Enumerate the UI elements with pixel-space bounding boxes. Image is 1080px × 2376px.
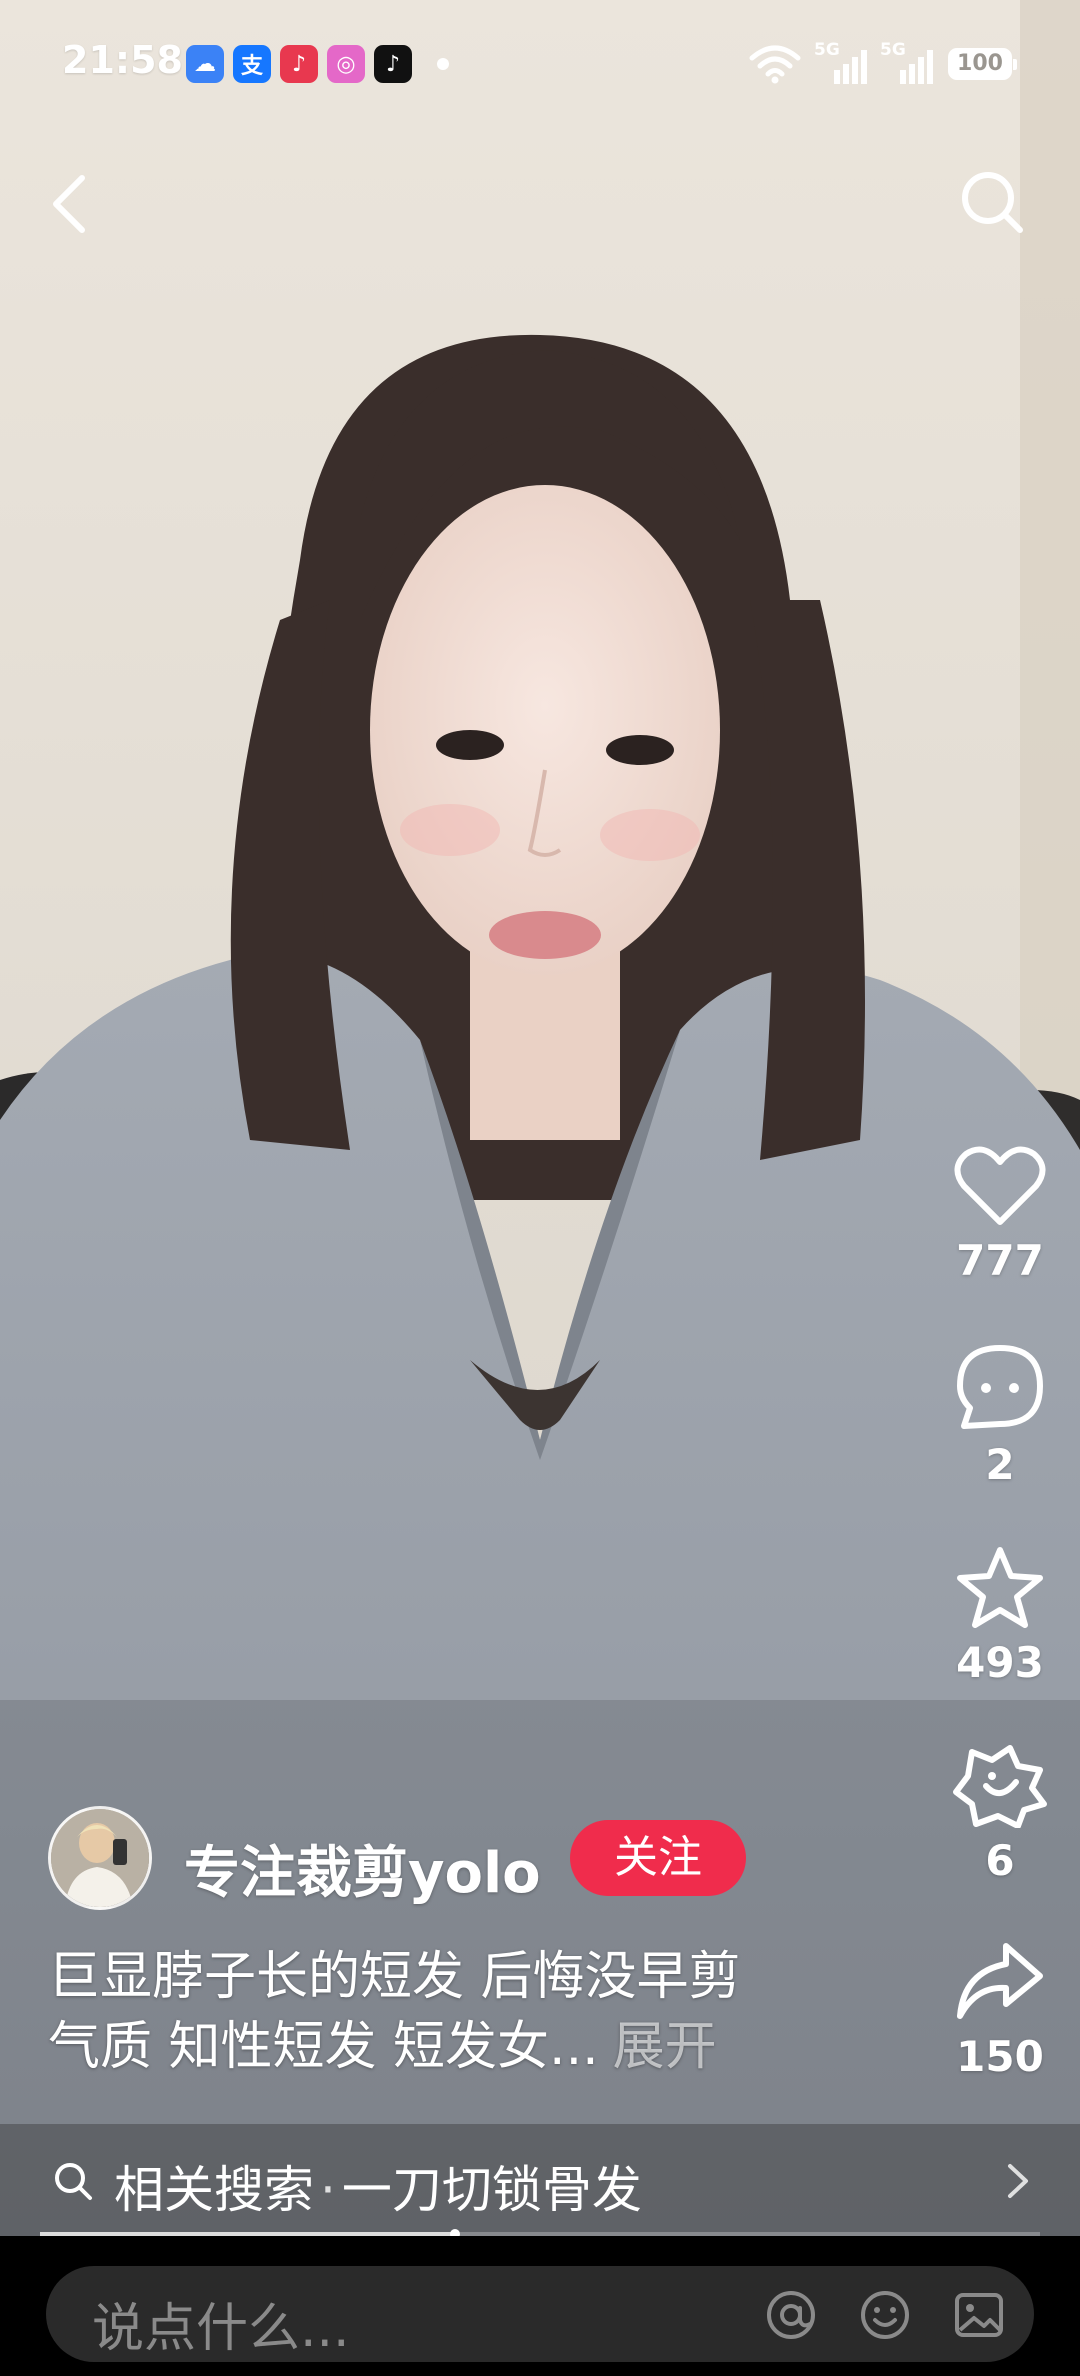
at-mention-icon[interactable] [764,2288,818,2342]
douyin-icon: ♪ [374,45,412,83]
comment-placeholder: 说点什么... [92,2299,350,2359]
star-icon [957,1547,1043,1628]
follow-button[interactable]: 关注 [570,1820,746,1896]
comment-bar: 说点什么... [0,2236,1080,2376]
share-count: 150 [956,2032,1044,2081]
cloud-weather-icon: ☁ [186,45,224,83]
remix-count: 6 [985,1836,1015,1885]
battery-indicator: 100 [948,48,1017,80]
video-feed-screen: 21:58 ☁ 支 ♪ ◎ ♪ 5G 5G 100 777 2 493 6 15… [0,0,1080,2376]
like-count: 777 [956,1236,1044,1285]
status-bar: 21:58 ☁ 支 ♪ ◎ ♪ 5G 5G 100 [0,0,1080,130]
related-search-separator: · [320,2161,336,2219]
related-search-query: 一刀切锁骨发 [341,2161,642,2219]
chevron-right-icon [1008,2164,1028,2198]
image-icon[interactable] [952,2288,1006,2342]
author-row: 专注裁剪yolo 关注 [48,1806,928,1916]
status-time: 21:58 [62,38,183,82]
remix-icon [953,1745,1047,1828]
author-name[interactable]: 专注裁剪yolo [184,1828,541,1909]
caption-line-2: 气质 知性短发 短发女... 展开 [48,2012,908,2082]
related-search-bar[interactable]: 相关搜索 · 一刀切锁骨发 [0,2124,1080,2236]
camera-app-icon: ◎ [327,45,365,83]
share-button[interactable]: 150 [940,1938,1060,2081]
expand-caption-button[interactable]: 展开 [613,2017,717,2077]
author-avatar[interactable] [48,1806,152,1910]
comment-button[interactable]: 2 [940,1342,1060,1489]
comment-count: 2 [985,1440,1015,1489]
back-button[interactable] [44,168,100,240]
related-search-text: 相关搜索 · 一刀切锁骨发 [114,2150,642,2222]
alipay-icon: 支 [233,45,271,83]
comment-icon [957,1345,1043,1429]
emoji-icon[interactable] [858,2288,912,2342]
comment-input[interactable]: 说点什么... [46,2266,1034,2362]
favorite-count: 493 [956,1638,1044,1687]
more-notifications-dot [437,58,449,70]
signal-strength-icon [834,50,867,84]
favorite-button[interactable]: 493 [940,1544,1060,1687]
wifi-icon [749,45,801,84]
video-caption: 巨显脖子长的短发 后悔没早剪 气质 知性短发 短发女... 展开 [48,1942,908,2082]
search-icon [55,2163,92,2200]
heart-icon [954,1146,1046,1225]
search-icon [962,172,1023,233]
share-icon [957,1943,1043,2019]
signal-strength-icon [900,50,933,84]
music-icon: ♪ [280,45,318,83]
like-button[interactable]: 777 [940,1146,1060,1285]
remix-button[interactable]: 6 [940,1742,1060,1885]
caption-line-1: 巨显脖子长的短发 后悔没早剪 [48,1947,741,2007]
caption-line-2-text: 气质 知性短发 短发女... [48,2017,599,2077]
back-arrow-icon [53,175,85,233]
avatar-image [51,1809,149,1907]
related-search-prefix: 相关搜索 [114,2161,314,2219]
search-button[interactable] [958,168,1028,238]
